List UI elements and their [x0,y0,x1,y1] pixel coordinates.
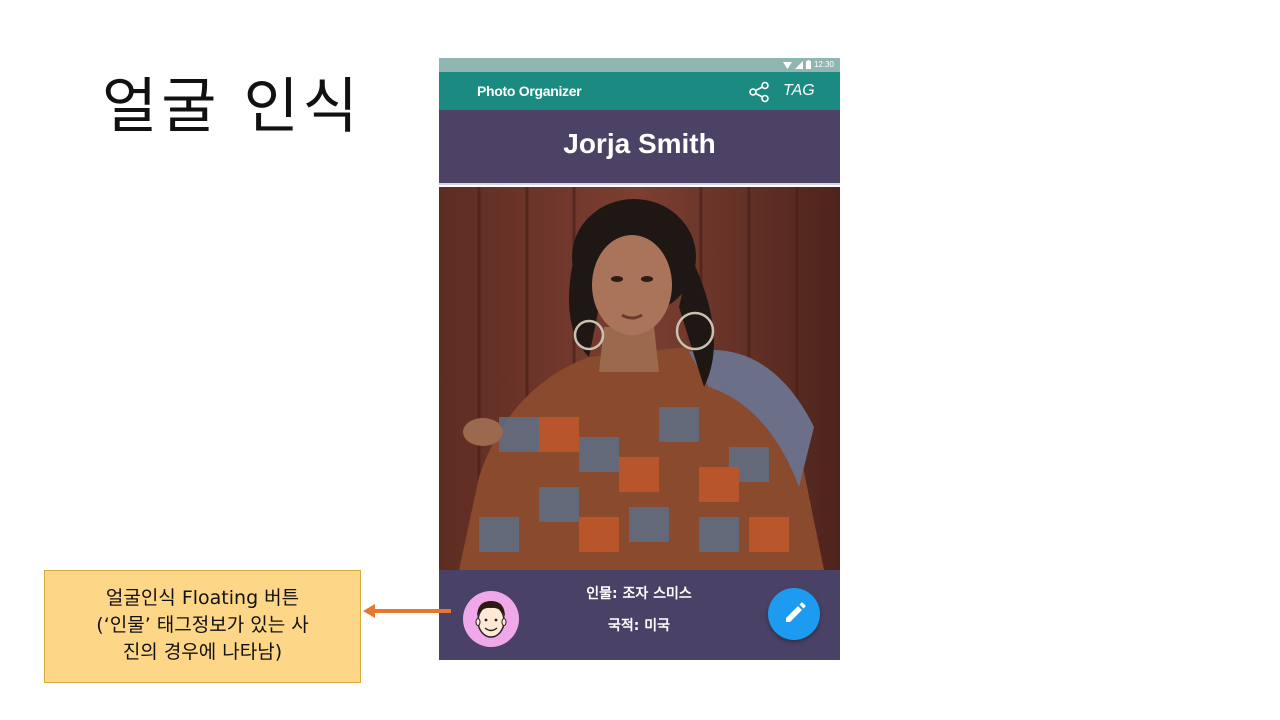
face-avatar-icon [475,601,507,638]
callout-line-1: 얼굴인식 Floating 버튼 [105,587,300,609]
phone-screen: 12:30 Photo Organizer TAG Jorja Smith 인물… [439,58,840,660]
face-recognition-floating-button[interactable] [463,591,519,647]
pencil-icon [786,602,806,622]
wifi-icon [782,61,792,69]
person-tag-text: 인물: 조자 스미스 [586,586,692,602]
app-bar: Photo Organizer TAG [439,72,840,110]
edit-floating-button[interactable] [768,588,820,640]
share-icon[interactable] [748,81,770,103]
battery-icon [805,60,811,69]
callout-line-2: (‘인물’ 태그정보가 있는 사 [96,614,309,636]
person-name: Jorja Smith [563,128,716,159]
portrait-photo [439,187,840,570]
person-name-header: Jorja Smith [439,110,840,185]
app-title: Photo Organizer [477,83,582,99]
status-bar: 12:30 [439,58,840,72]
portrait-photo-illustration [439,187,840,570]
status-time: 12:30 [813,60,834,69]
callout-box: 얼굴인식 Floating 버튼 (‘인물’ 태그정보가 있는 사 진의 경우에… [44,570,361,683]
callout-line-3: 진의 경우에 나타남) [122,641,283,663]
signal-icon [794,60,803,69]
slide-title: 얼굴 인식 [102,72,362,142]
nationality-tag-text: 국적: 미국 [608,618,670,634]
tag-button[interactable]: TAG [783,82,815,100]
callout-arrow-icon [363,604,451,618]
person-info-bar: 인물: 조자 스미스 국적: 미국 [439,570,840,660]
